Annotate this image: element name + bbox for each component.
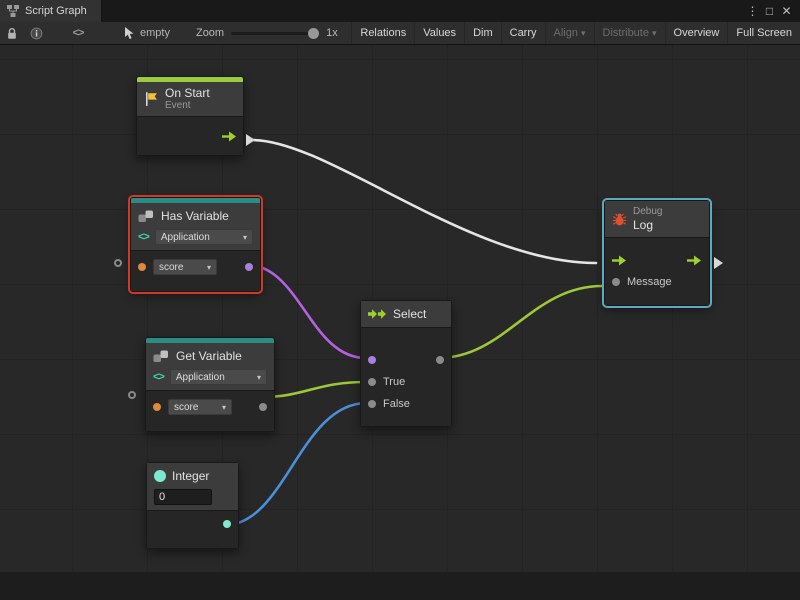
node-debug-log[interactable]: Debug Log Message — [604, 200, 710, 306]
variable-name-dropdown[interactable]: score ▾ — [153, 259, 217, 275]
scope-value: Application — [176, 372, 225, 383]
on-start-header[interactable]: On Start Event — [137, 82, 243, 116]
distribute-label: Distribute — [603, 27, 649, 39]
title-bar: Script Graph ⋮ □ ✕ — [0, 0, 800, 22]
chevron-down-icon: ▾ — [581, 28, 586, 39]
script-graph-icon — [7, 5, 19, 17]
carry-button[interactable]: Carry — [501, 22, 545, 44]
node-title: Select — [393, 307, 426, 321]
values-button[interactable]: Values — [414, 22, 464, 44]
has-variable-header[interactable]: Has Variable <> Application ▾ — [131, 203, 260, 250]
code-brackets-icon: <> — [138, 231, 149, 243]
zoom-control: Zoom 1x — [196, 27, 338, 39]
node-title: On Start — [165, 86, 210, 100]
edit-source-button[interactable]: <> — [66, 22, 90, 44]
variables-icon — [153, 350, 170, 363]
toolbar-buttons: Relations Values Dim Carry Align ▾ Distr… — [351, 22, 800, 44]
variable-name-input-port[interactable] — [138, 263, 146, 271]
variables-icon — [138, 210, 155, 223]
flow-output-port-icon[interactable] — [687, 255, 702, 266]
selection-output-port[interactable] — [436, 356, 444, 364]
inspect-button[interactable] — [24, 22, 48, 44]
variable-name-input-port[interactable] — [153, 403, 161, 411]
node-title: Integer — [172, 469, 209, 483]
zoom-slider-handle[interactable] — [308, 28, 319, 39]
true-port-label: True — [383, 376, 405, 388]
integer-value-field[interactable] — [154, 489, 212, 505]
code-brackets-icon: <> — [153, 371, 164, 383]
flag-icon — [144, 91, 159, 107]
zoom-value: 1x — [326, 27, 338, 39]
node-on-start[interactable]: On Start Event — [136, 76, 244, 156]
chevron-down-icon: ▾ — [652, 28, 657, 39]
tab-title: Script Graph — [25, 5, 87, 17]
variable-name-value: score — [174, 402, 198, 413]
kebab-menu-icon[interactable]: ⋮ — [744, 0, 761, 22]
integer-type-icon — [154, 470, 166, 482]
integer-output-port[interactable] — [223, 520, 231, 528]
message-port-label: Message — [627, 276, 672, 288]
info-icon — [30, 27, 43, 40]
tab-script-graph[interactable]: Script Graph — [0, 0, 102, 22]
get-variable-header[interactable]: Get Variable <> Application ▾ — [146, 343, 274, 390]
lock-icon — [6, 27, 18, 40]
chevron-down-icon: ▾ — [243, 233, 247, 242]
chevron-down-icon: ▾ — [222, 403, 226, 412]
debug-log-header[interactable]: Debug Log — [605, 201, 709, 237]
node-title: Log — [633, 218, 662, 232]
unconnected-port-indicator — [114, 259, 122, 267]
node-title: Get Variable — [176, 349, 242, 363]
zoom-slider[interactable] — [231, 32, 319, 35]
zoom-label: Zoom — [196, 27, 224, 39]
node-subtitle: Event — [165, 100, 210, 112]
node-integer[interactable]: Integer — [146, 462, 239, 549]
cursor-icon — [124, 27, 135, 40]
close-icon[interactable]: ✕ — [778, 0, 795, 22]
lock-button[interactable] — [0, 22, 24, 44]
canvas-lower-strip — [0, 572, 800, 600]
integer-header[interactable]: Integer — [147, 463, 238, 510]
graph-toolbar: <> empty Zoom 1x Relations Values Dim Ca… — [0, 22, 800, 45]
script-graph-window: Script Graph ⋮ □ ✕ <> — [0, 0, 800, 600]
scope-value: Application — [161, 232, 210, 243]
message-input-port[interactable] — [612, 278, 620, 286]
relations-button[interactable]: Relations — [351, 22, 414, 44]
maximize-icon[interactable]: □ — [761, 0, 778, 22]
flow-output-port-icon[interactable] — [222, 131, 237, 142]
flow-input-port-icon[interactable] — [612, 255, 627, 266]
variable-scope-dropdown[interactable]: Application ▾ — [170, 369, 267, 385]
false-port-label: False — [383, 398, 410, 410]
align-button[interactable]: Align ▾ — [545, 22, 594, 44]
false-input-port[interactable] — [368, 400, 376, 408]
bug-icon — [612, 212, 627, 227]
code-brackets-icon: <> — [73, 27, 84, 39]
align-label: Align — [554, 27, 578, 39]
select-header[interactable]: Select — [361, 301, 451, 327]
overview-button[interactable]: Overview — [665, 22, 728, 44]
chevron-down-icon: ▾ — [207, 263, 211, 272]
distribute-button[interactable]: Distribute ▾ — [594, 22, 665, 44]
chevron-down-icon: ▾ — [257, 373, 261, 382]
full-screen-button[interactable]: Full Screen — [727, 22, 800, 44]
node-has-variable[interactable]: Has Variable <> Application ▾ score ▾ — [130, 197, 261, 292]
node-select[interactable]: Select True False — [360, 300, 452, 427]
node-category: Debug — [633, 206, 662, 218]
variable-name-value: score — [159, 262, 183, 273]
selection-indicator: empty — [124, 27, 170, 40]
node-get-variable[interactable]: Get Variable <> Application ▾ score ▾ — [145, 337, 275, 432]
window-controls: ⋮ □ ✕ — [744, 0, 800, 22]
true-input-port[interactable] — [368, 378, 376, 386]
variable-scope-dropdown[interactable]: Application ▾ — [155, 229, 253, 245]
selection-label: empty — [140, 27, 170, 39]
value-output-port[interactable] — [259, 403, 267, 411]
bool-output-port[interactable] — [245, 263, 253, 271]
wire-start-arrow — [246, 134, 255, 146]
variable-name-dropdown[interactable]: score ▾ — [168, 399, 232, 415]
node-title: Has Variable — [161, 209, 229, 223]
condition-input-port[interactable] — [368, 356, 376, 364]
select-icon — [368, 308, 387, 320]
wire-continue-arrow — [714, 257, 723, 269]
dim-button[interactable]: Dim — [464, 22, 501, 44]
unconnected-port-indicator — [128, 391, 136, 399]
